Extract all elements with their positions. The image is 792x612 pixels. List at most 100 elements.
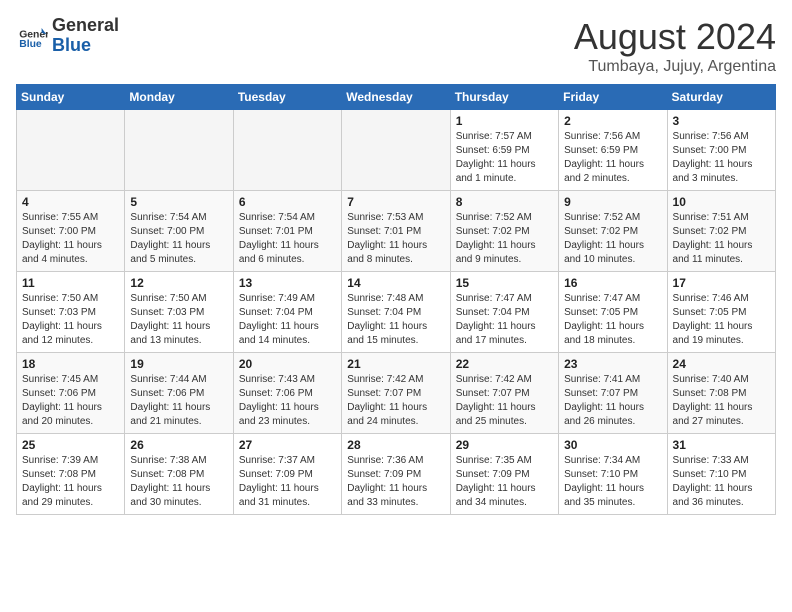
day-number: 16: [564, 276, 661, 290]
calendar-cell: 1 Sunrise: 7:57 AMSunset: 6:59 PMDaylight…: [450, 110, 558, 191]
weekday-header-wednesday: Wednesday: [342, 85, 450, 110]
logo-text: General Blue: [52, 16, 119, 56]
day-number: 15: [456, 276, 553, 290]
day-number: 8: [456, 195, 553, 209]
day-info: Sunrise: 7:38 AMSunset: 7:08 PMDaylight:…: [130, 454, 227, 510]
week-row-2: 4 Sunrise: 7:55 AMSunset: 7:00 PMDaylight…: [17, 191, 776, 272]
svg-text:Blue: Blue: [19, 39, 42, 50]
calendar-cell: [342, 110, 450, 191]
day-number: 10: [673, 195, 770, 209]
calendar-cell: 17 Sunrise: 7:46 AMSunset: 7:05 PMDayligh…: [667, 272, 775, 353]
calendar-cell: 11 Sunrise: 7:50 AMSunset: 7:03 PMDayligh…: [17, 272, 125, 353]
day-info: Sunrise: 7:48 AMSunset: 7:04 PMDaylight:…: [347, 292, 444, 348]
day-number: 26: [130, 438, 227, 452]
calendar-cell: 16 Sunrise: 7:47 AMSunset: 7:05 PMDayligh…: [559, 272, 667, 353]
day-info: Sunrise: 7:54 AMSunset: 7:01 PMDaylight:…: [239, 211, 336, 267]
week-row-4: 18Sunrise: 7:45 AMSunset: 7:06 PMDayligh…: [17, 353, 776, 434]
calendar-cell: 6Sunrise: 7:54 AMSunset: 7:01 PMDaylight…: [233, 191, 341, 272]
calendar-cell: 20 Sunrise: 7:43 AMSunset: 7:06 PMDayligh…: [233, 353, 341, 434]
day-number: 19: [130, 357, 227, 371]
day-info: Sunrise: 7:36 AMSunset: 7:09 PMDaylight:…: [347, 454, 444, 510]
day-info: Sunrise: 7:50 AMSunset: 7:03 PMDaylight:…: [130, 292, 227, 348]
weekday-header-row: SundayMondayTuesdayWednesdayThursdayFrid…: [17, 85, 776, 110]
calendar-cell: 10 Sunrise: 7:51 AMSunset: 7:02 PMDayligh…: [667, 191, 775, 272]
calendar-cell: 8 Sunrise: 7:52 AMSunset: 7:02 PMDaylight…: [450, 191, 558, 272]
day-number: 12: [130, 276, 227, 290]
calendar-cell: 31 Sunrise: 7:33 AMSunset: 7:10 PMDayligh…: [667, 434, 775, 515]
day-info: Sunrise: 7:45 AMSunset: 7:06 PMDaylight:…: [22, 373, 119, 429]
calendar-cell: 2Sunrise: 7:56 AMSunset: 6:59 PMDaylight…: [559, 110, 667, 191]
day-number: 7: [347, 195, 444, 209]
day-number: 31: [673, 438, 770, 452]
calendar-cell: 13 Sunrise: 7:49 AMSunset: 7:04 PMDayligh…: [233, 272, 341, 353]
day-info: Sunrise: 7:51 AMSunset: 7:02 PMDaylight:…: [673, 211, 770, 267]
day-number: 30: [564, 438, 661, 452]
day-info: Sunrise: 7:55 AMSunset: 7:00 PMDaylight:…: [22, 211, 119, 267]
weekday-header-thursday: Thursday: [450, 85, 558, 110]
day-info: Sunrise: 7:33 AMSunset: 7:10 PMDaylight:…: [673, 454, 770, 510]
day-number: 25: [22, 438, 119, 452]
day-number: 21: [347, 357, 444, 371]
calendar-cell: 29 Sunrise: 7:35 AMSunset: 7:09 PMDayligh…: [450, 434, 558, 515]
calendar-cell: 4 Sunrise: 7:55 AMSunset: 7:00 PMDaylight…: [17, 191, 125, 272]
day-number: 29: [456, 438, 553, 452]
calendar-cell: 7Sunrise: 7:53 AMSunset: 7:01 PMDaylight…: [342, 191, 450, 272]
day-info: Sunrise: 7:50 AMSunset: 7:03 PMDaylight:…: [22, 292, 119, 348]
day-info: Sunrise: 7:34 AMSunset: 7:10 PMDaylight:…: [564, 454, 661, 510]
day-info: Sunrise: 7:52 AMSunset: 7:02 PMDaylight:…: [456, 211, 553, 267]
day-info: Sunrise: 7:47 AMSunset: 7:04 PMDaylight:…: [456, 292, 553, 348]
day-info: Sunrise: 7:46 AMSunset: 7:05 PMDaylight:…: [673, 292, 770, 348]
day-info: Sunrise: 7:35 AMSunset: 7:09 PMDaylight:…: [456, 454, 553, 510]
calendar-cell: 30 Sunrise: 7:34 AMSunset: 7:10 PMDayligh…: [559, 434, 667, 515]
day-info: Sunrise: 7:47 AMSunset: 7:05 PMDaylight:…: [564, 292, 661, 348]
day-info: Sunrise: 7:49 AMSunset: 7:04 PMDaylight:…: [239, 292, 336, 348]
day-info: Sunrise: 7:56 AMSunset: 7:00 PMDaylight:…: [673, 130, 770, 186]
day-info: Sunrise: 7:52 AMSunset: 7:02 PMDaylight:…: [564, 211, 661, 267]
day-number: 3: [673, 114, 770, 128]
calendar-cell: 22 Sunrise: 7:42 AMSunset: 7:07 PMDayligh…: [450, 353, 558, 434]
calendar-cell: 3 Sunrise: 7:56 AMSunset: 7:00 PMDaylight…: [667, 110, 775, 191]
weekday-header-monday: Monday: [125, 85, 233, 110]
calendar-cell: 19Sunrise: 7:44 AMSunset: 7:06 PMDayligh…: [125, 353, 233, 434]
day-number: 22: [456, 357, 553, 371]
day-number: 14: [347, 276, 444, 290]
day-number: 4: [22, 195, 119, 209]
day-info: Sunrise: 7:43 AMSunset: 7:06 PMDaylight:…: [239, 373, 336, 429]
weekday-header-tuesday: Tuesday: [233, 85, 341, 110]
day-number: 13: [239, 276, 336, 290]
calendar-cell: 28Sunrise: 7:36 AMSunset: 7:09 PMDayligh…: [342, 434, 450, 515]
day-info: Sunrise: 7:54 AMSunset: 7:00 PMDaylight:…: [130, 211, 227, 267]
calendar-table: SundayMondayTuesdayWednesdayThursdayFrid…: [16, 84, 776, 515]
day-info: Sunrise: 7:56 AMSunset: 6:59 PMDaylight:…: [564, 130, 661, 186]
logo: General Blue General Blue: [16, 16, 119, 56]
day-number: 27: [239, 438, 336, 452]
day-info: Sunrise: 7:41 AMSunset: 7:07 PMDaylight:…: [564, 373, 661, 429]
calendar-cell: 23Sunrise: 7:41 AMSunset: 7:07 PMDayligh…: [559, 353, 667, 434]
weekday-header-saturday: Saturday: [667, 85, 775, 110]
calendar-cell: 12 Sunrise: 7:50 AMSunset: 7:03 PMDayligh…: [125, 272, 233, 353]
day-info: Sunrise: 7:42 AMSunset: 7:07 PMDaylight:…: [456, 373, 553, 429]
weekday-header-sunday: Sunday: [17, 85, 125, 110]
day-number: 1: [456, 114, 553, 128]
week-row-3: 11 Sunrise: 7:50 AMSunset: 7:03 PMDayligh…: [17, 272, 776, 353]
location-title: Tumbaya, Jujuy, Argentina: [574, 58, 776, 76]
day-info: Sunrise: 7:37 AMSunset: 7:09 PMDaylight:…: [239, 454, 336, 510]
month-title: August 2024: [574, 16, 776, 58]
calendar-cell: 9Sunrise: 7:52 AMSunset: 7:02 PMDaylight…: [559, 191, 667, 272]
day-number: 24: [673, 357, 770, 371]
day-info: Sunrise: 7:57 AMSunset: 6:59 PMDaylight:…: [456, 130, 553, 186]
calendar-cell: 24 Sunrise: 7:40 AMSunset: 7:08 PMDayligh…: [667, 353, 775, 434]
day-info: Sunrise: 7:42 AMSunset: 7:07 PMDaylight:…: [347, 373, 444, 429]
day-number: 11: [22, 276, 119, 290]
calendar-cell: 26 Sunrise: 7:38 AMSunset: 7:08 PMDayligh…: [125, 434, 233, 515]
week-row-1: 1 Sunrise: 7:57 AMSunset: 6:59 PMDaylight…: [17, 110, 776, 191]
day-info: Sunrise: 7:39 AMSunset: 7:08 PMDaylight:…: [22, 454, 119, 510]
day-number: 20: [239, 357, 336, 371]
title-block: August 2024 Tumbaya, Jujuy, Argentina: [574, 16, 776, 76]
day-info: Sunrise: 7:40 AMSunset: 7:08 PMDaylight:…: [673, 373, 770, 429]
calendar-cell: 18Sunrise: 7:45 AMSunset: 7:06 PMDayligh…: [17, 353, 125, 434]
day-number: 17: [673, 276, 770, 290]
calendar-cell: [125, 110, 233, 191]
calendar-cell: [233, 110, 341, 191]
calendar-cell: 15 Sunrise: 7:47 AMSunset: 7:04 PMDayligh…: [450, 272, 558, 353]
